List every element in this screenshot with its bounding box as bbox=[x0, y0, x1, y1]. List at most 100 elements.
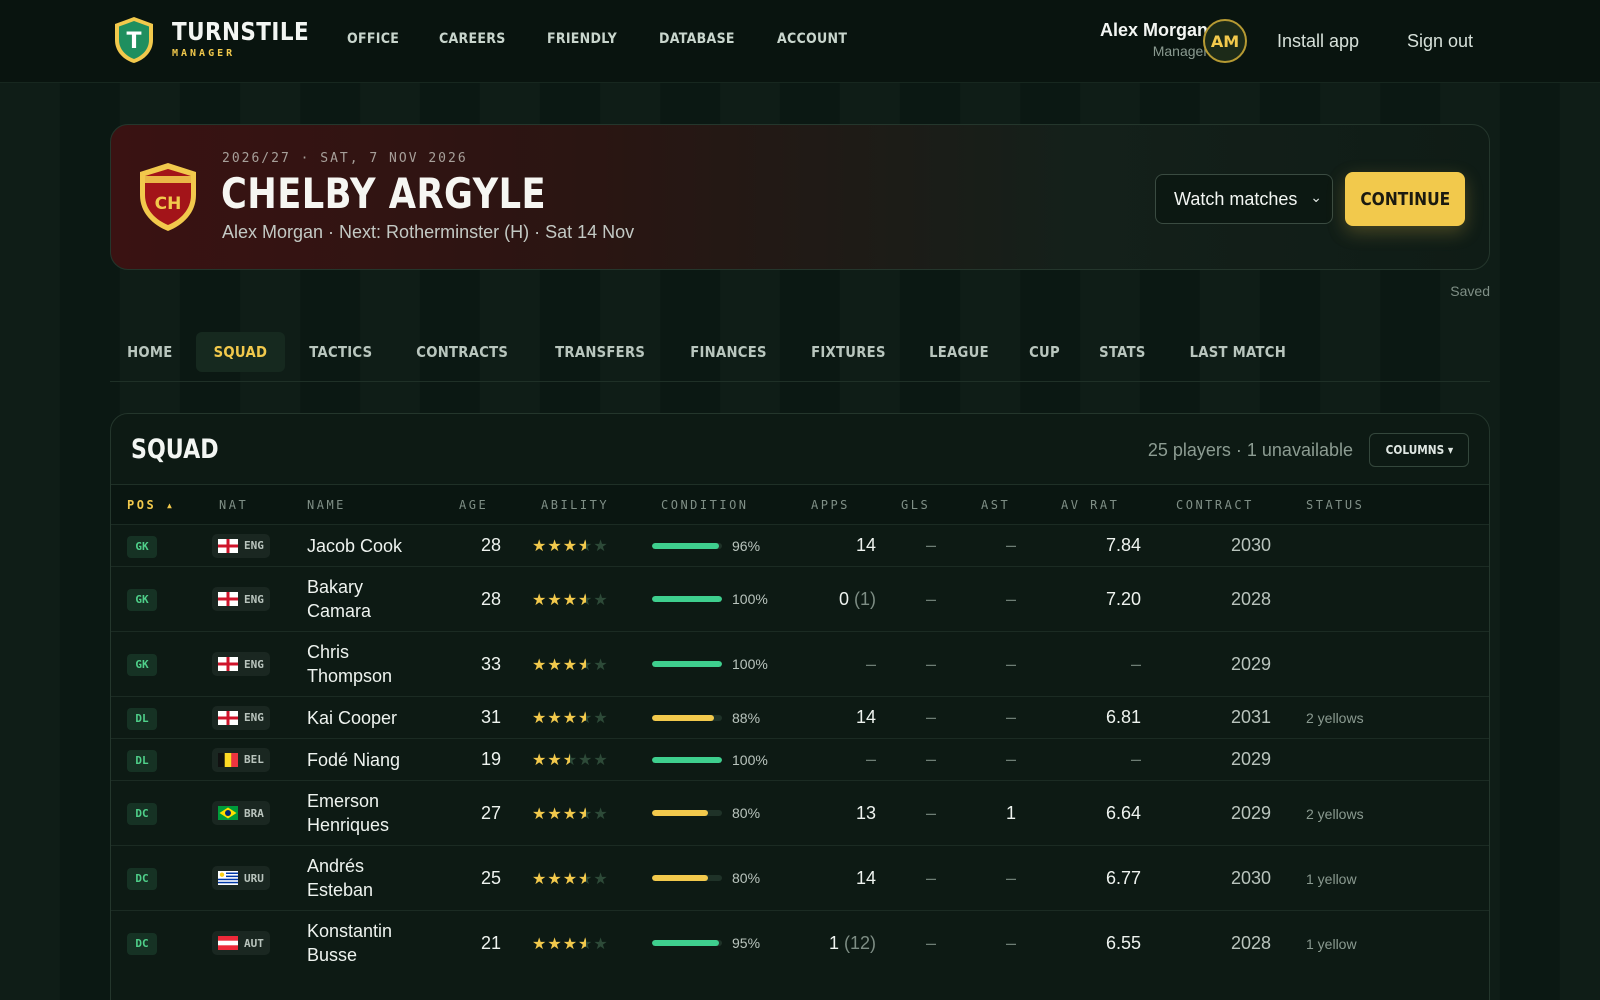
table-row[interactable]: DC URU Andrés Esteban 25 ★★★★★ 80% 14 – … bbox=[111, 845, 1489, 911]
nav-database[interactable]: DATABASE bbox=[659, 31, 735, 47]
col-gls[interactable]: GLS bbox=[886, 485, 966, 525]
ability-stars: ★★★★★ bbox=[532, 750, 609, 770]
player-age: 21 bbox=[480, 932, 501, 953]
player-name[interactable]: Andrés Esteban bbox=[307, 854, 417, 902]
nationality-code: AUT bbox=[244, 936, 264, 950]
continue-button[interactable]: CONTINUE bbox=[1345, 172, 1465, 226]
tab-contracts[interactable]: CONTRACTS bbox=[396, 332, 528, 372]
player-assists: – bbox=[1005, 749, 1016, 769]
player-contract: 2029 bbox=[1230, 749, 1271, 769]
condition-meter: 96% bbox=[652, 538, 796, 554]
tab-home[interactable]: HOME bbox=[110, 332, 190, 372]
avatar[interactable]: AM bbox=[1203, 19, 1247, 63]
install-app-link[interactable]: Install app bbox=[1277, 31, 1359, 52]
player-apps-sub: (1) bbox=[854, 588, 876, 609]
player-apps: 14 bbox=[855, 707, 876, 727]
player-name[interactable]: Konstantin Busse bbox=[307, 919, 417, 967]
player-status: 2 yellows bbox=[1306, 710, 1364, 726]
col-av-rat[interactable]: AV RAT bbox=[1046, 485, 1151, 525]
player-apps: 14 bbox=[855, 535, 876, 555]
table-row[interactable]: DL BEL Fodé Niang 19 ★★★★★ 100% – – – – … bbox=[111, 738, 1489, 781]
col-status[interactable]: STATUS bbox=[1281, 485, 1489, 525]
watch-matches-value: Watch matches bbox=[1174, 188, 1298, 209]
columns-button[interactable]: COLUMNS ▾ bbox=[1369, 433, 1469, 467]
player-apps: 0 bbox=[838, 588, 849, 609]
table-row[interactable]: GK ENG Chris Thompson 33 ★★★★★ 100% – – … bbox=[111, 631, 1489, 697]
squad-table: POS ▴ NAT NAME AGE ABILITY CONDITION APP… bbox=[111, 484, 1489, 976]
nationality-code: ENG bbox=[244, 711, 264, 724]
tab-cup[interactable]: CUP bbox=[1013, 332, 1076, 372]
tab-league[interactable]: LEAGUE bbox=[911, 332, 1007, 372]
table-row[interactable]: DL ENG Kai Cooper 31 ★★★★★ 88% 14 – – 6.… bbox=[111, 696, 1489, 739]
tab-label: FINANCES bbox=[690, 343, 767, 361]
player-av-rating: – bbox=[1130, 749, 1141, 769]
player-name[interactable]: Fodé Niang bbox=[307, 748, 400, 772]
condition-meter: 80% bbox=[652, 805, 796, 821]
col-ast[interactable]: AST bbox=[966, 485, 1046, 525]
player-status: 1 yellow bbox=[1306, 870, 1357, 887]
player-name[interactable]: Jacob Cook bbox=[307, 534, 402, 558]
position-badge: GK bbox=[127, 589, 157, 611]
player-contract: 2030 bbox=[1230, 535, 1271, 555]
player-name[interactable]: Emerson Henriques bbox=[307, 789, 417, 837]
tab-label: HOME bbox=[127, 343, 173, 361]
nationality-badge: ENG bbox=[212, 533, 270, 558]
top-nav: OFFICE CAREERS FRIENDLY DATABASE ACCOUNT bbox=[347, 31, 889, 47]
player-goals: – bbox=[925, 588, 936, 609]
brand-title: TURNSTILE bbox=[172, 17, 310, 46]
player-name[interactable]: Bakary Camara bbox=[307, 575, 417, 623]
nav-friendly[interactable]: FRIENDLY bbox=[547, 31, 617, 47]
condition-percent: 100% bbox=[732, 656, 768, 672]
player-apps: – bbox=[865, 653, 876, 674]
table-row[interactable]: DC AUT Konstantin Busse 21 ★★★★★ 95% 1 (… bbox=[111, 910, 1489, 976]
col-age[interactable]: AGE bbox=[444, 485, 526, 525]
col-condition[interactable]: CONDITION bbox=[646, 485, 796, 525]
condition-percent: 80% bbox=[732, 870, 761, 886]
nav-account[interactable]: ACCOUNT bbox=[777, 31, 847, 47]
player-av-rating: 7.84 bbox=[1105, 535, 1141, 555]
col-apps[interactable]: APPS bbox=[796, 485, 886, 525]
tab-stats[interactable]: STATS bbox=[1082, 332, 1163, 372]
player-name[interactable]: Kai Cooper bbox=[307, 706, 397, 730]
watch-matches-select[interactable]: Watch matches ⌄ bbox=[1155, 174, 1333, 224]
brand-logo[interactable]: T TURNSTILE MANAGER bbox=[112, 15, 331, 65]
table-row[interactable]: GK ENG Jacob Cook 28 ★★★★★ 96% 14 – – 7.… bbox=[111, 524, 1489, 567]
table-row[interactable]: GK ENG Bakary Camara 28 ★★★★★ 100% 0 (1)… bbox=[111, 566, 1489, 632]
nationality-badge: ENG bbox=[212, 652, 270, 676]
tab-label: TRANSFERS bbox=[554, 343, 645, 361]
tab-transfers[interactable]: TRANSFERS bbox=[535, 332, 665, 372]
col-ability[interactable]: ABILITY bbox=[526, 485, 646, 525]
player-age: 28 bbox=[480, 588, 501, 609]
nationality-code: ENG bbox=[244, 592, 264, 606]
player-contract: 2029 bbox=[1230, 802, 1271, 823]
col-nat[interactable]: NAT bbox=[206, 485, 294, 525]
sign-out-link[interactable]: Sign out bbox=[1407, 31, 1473, 52]
nationality-badge: URU bbox=[212, 866, 270, 890]
ability-stars: ★★★★★ bbox=[532, 869, 609, 889]
ability-stars: ★★★★★ bbox=[532, 655, 609, 675]
user-role: Manager bbox=[1152, 43, 1208, 59]
position-badge: GK bbox=[127, 535, 157, 558]
player-av-rating: 6.55 bbox=[1105, 932, 1141, 953]
club-name: CHELBY ARGYLE bbox=[221, 169, 547, 218]
condition-percent: 96% bbox=[732, 537, 761, 554]
col-name[interactable]: NAME bbox=[294, 485, 444, 525]
nav-careers[interactable]: CAREERS bbox=[439, 31, 506, 47]
tab-tactics[interactable]: TACTICS bbox=[291, 332, 391, 372]
tab-last-match[interactable]: LAST MATCH bbox=[1169, 332, 1307, 372]
col-pos[interactable]: POS ▴ bbox=[111, 485, 206, 525]
player-av-rating: 6.64 bbox=[1105, 802, 1141, 823]
tab-squad[interactable]: SQUAD bbox=[195, 332, 285, 372]
tab-finances[interactable]: FINANCES bbox=[671, 332, 786, 372]
shield-logo-icon: T bbox=[115, 17, 153, 63]
player-status: 1 yellow bbox=[1306, 935, 1357, 952]
nav-office[interactable]: OFFICE bbox=[347, 31, 399, 47]
table-row[interactable]: DC BRA Emerson Henriques 27 ★★★★★ 80% 13… bbox=[111, 780, 1489, 846]
ability-stars: ★★★★★ bbox=[532, 590, 609, 610]
tab-fixtures[interactable]: FIXTURES bbox=[792, 332, 905, 372]
flag-bel-icon bbox=[218, 752, 238, 767]
player-name[interactable]: Chris Thompson bbox=[307, 640, 417, 688]
condition-percent: 100% bbox=[732, 751, 768, 768]
nationality-code: ENG bbox=[244, 657, 264, 671]
col-contract[interactable]: CONTRACT bbox=[1151, 485, 1281, 525]
